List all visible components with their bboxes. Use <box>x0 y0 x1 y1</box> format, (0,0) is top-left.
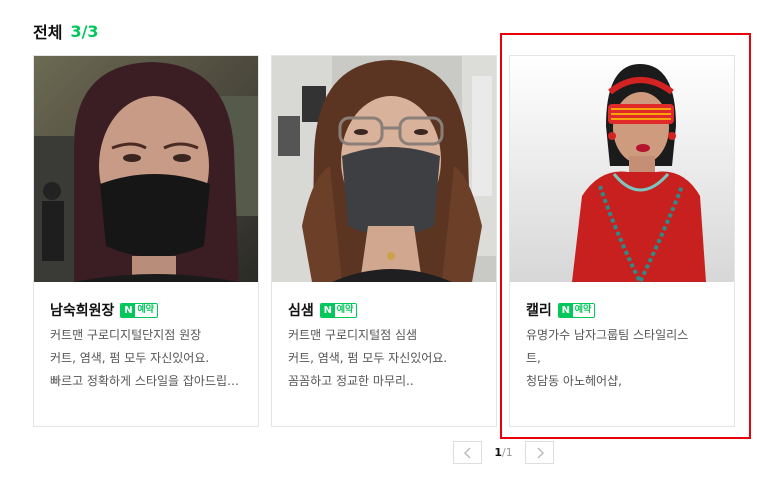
prev-page-button[interactable] <box>453 441 482 464</box>
naver-n-icon: N <box>121 303 136 317</box>
page-indicator: 1/1 <box>482 446 525 459</box>
pagination: 1/1 <box>453 441 554 464</box>
naver-booking-badge: N 예약 <box>120 302 158 318</box>
naver-booking-badge: N 예약 <box>319 302 358 318</box>
result-count: 3/3 <box>70 21 99 41</box>
designer-card[interactable]: 심샘 N 예약 커트맨 구로디지털점 심샘 커트, 염색, 펌 모두 자신있어요… <box>271 55 497 427</box>
chevron-right-icon <box>536 446 544 459</box>
section-title: 전체 <box>33 23 63 42</box>
current-page: 1 <box>494 446 502 459</box>
designer-name[interactable]: 심샘 <box>288 300 314 320</box>
naver-n-icon: N <box>320 303 335 317</box>
designer-description: 커트맨 구로디지털점 심샘 커트, 염색, 펌 모두 자신있어요. 꼼꼼하고 정… <box>288 328 448 388</box>
badge-label: 예약 <box>137 304 154 315</box>
section-header: 전체 3/3 <box>33 20 99 43</box>
total-pages: 1 <box>505 446 513 459</box>
designer-photo[interactable] <box>34 56 258 282</box>
designer-name[interactable]: 남숙희원장 <box>50 300 114 320</box>
next-page-button[interactable] <box>525 441 554 464</box>
designer-card[interactable]: 남숙희원장 N 예약 커트맨 구로디지털단지점 원장 커트, 염색, 펌 모두 … <box>33 55 259 427</box>
chevron-left-icon <box>463 446 471 459</box>
designer-description: 커트맨 구로디지털단지점 원장 커트, 염색, 펌 모두 자신있어요. 빠르고 … <box>50 328 242 388</box>
designer-photo[interactable] <box>272 56 496 282</box>
selection-highlight-box <box>500 33 751 439</box>
badge-label: 예약 <box>336 304 354 315</box>
